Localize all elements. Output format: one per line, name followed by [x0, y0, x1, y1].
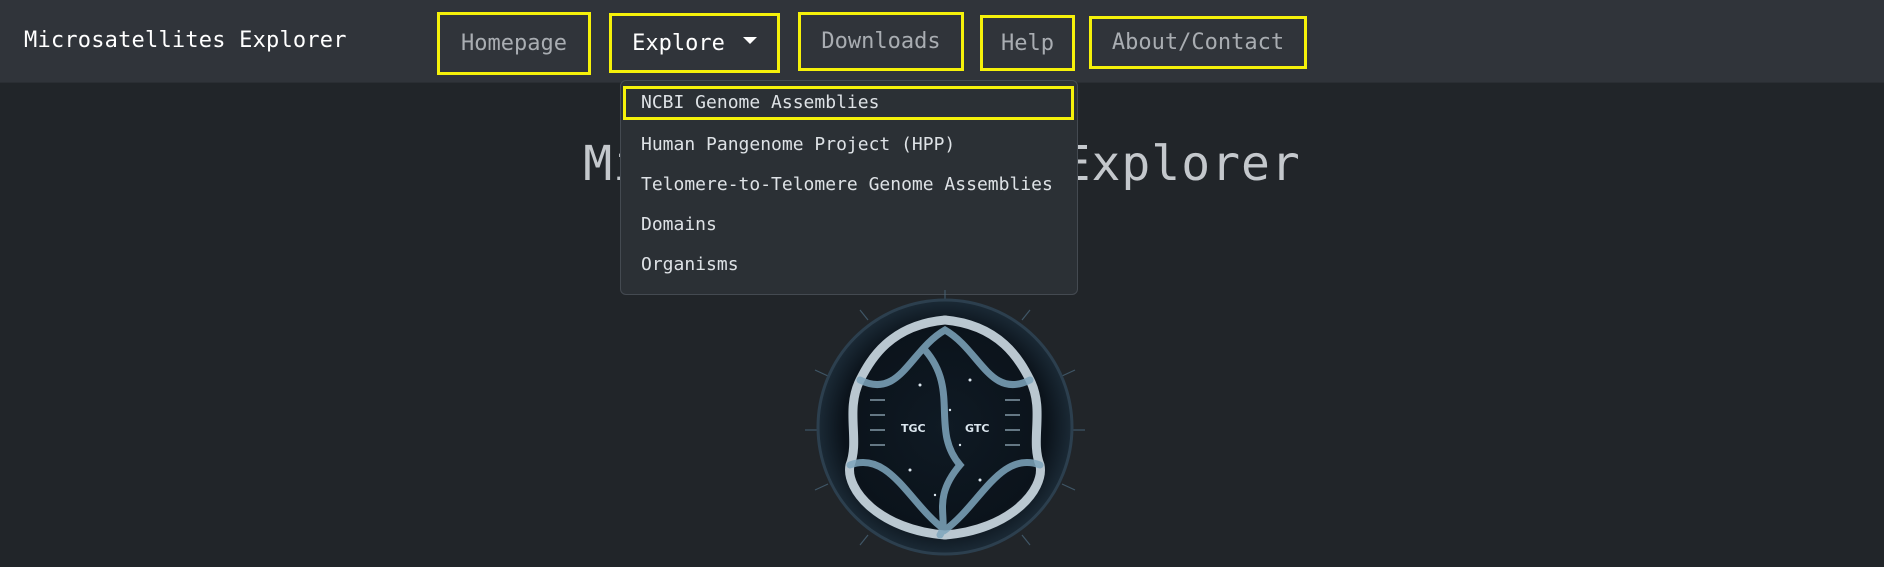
- nav-downloads-label: Downloads: [821, 29, 941, 54]
- menu-item-telomere-to-telomere[interactable]: Telomere-to-Telomere Genome Assemblies: [641, 174, 1053, 195]
- logo-text-left: TGC: [901, 422, 926, 435]
- brand-link[interactable]: Microsatellites Explorer: [24, 28, 347, 53]
- nav-about-label: About/Contact: [1111, 30, 1285, 55]
- nav-homepage[interactable]: Homepage: [437, 12, 591, 75]
- logo-text-right: GTC: [965, 422, 989, 435]
- menu-item-human-pangenome-project[interactable]: Human Pangenome Project (HPP): [641, 134, 955, 155]
- dna-logo-icon: TGC GTC: [800, 290, 1090, 563]
- caret-down-icon: [742, 36, 757, 44]
- nav-homepage-label: Homepage: [461, 31, 567, 56]
- nav-help[interactable]: Help: [980, 15, 1075, 71]
- menu-item-domains[interactable]: Domains: [641, 214, 717, 235]
- nav-downloads[interactable]: Downloads: [798, 12, 964, 71]
- explore-dropdown-menu: NCBI Genome Assemblies Human Pangenome P…: [620, 80, 1078, 295]
- top-navbar: Microsatellites Explorer Homepage Explor…: [0, 0, 1884, 83]
- nav-explore-dropdown-toggle[interactable]: Explore: [609, 13, 780, 73]
- nav-about-contact[interactable]: About/Contact: [1089, 16, 1307, 69]
- nav-help-label: Help: [1001, 30, 1054, 56]
- menu-item-organisms[interactable]: Organisms: [641, 254, 739, 275]
- menu-item-ncbi-genome-assemblies[interactable]: NCBI Genome Assemblies: [623, 86, 1074, 120]
- nav-explore-label: Explore: [632, 30, 725, 56]
